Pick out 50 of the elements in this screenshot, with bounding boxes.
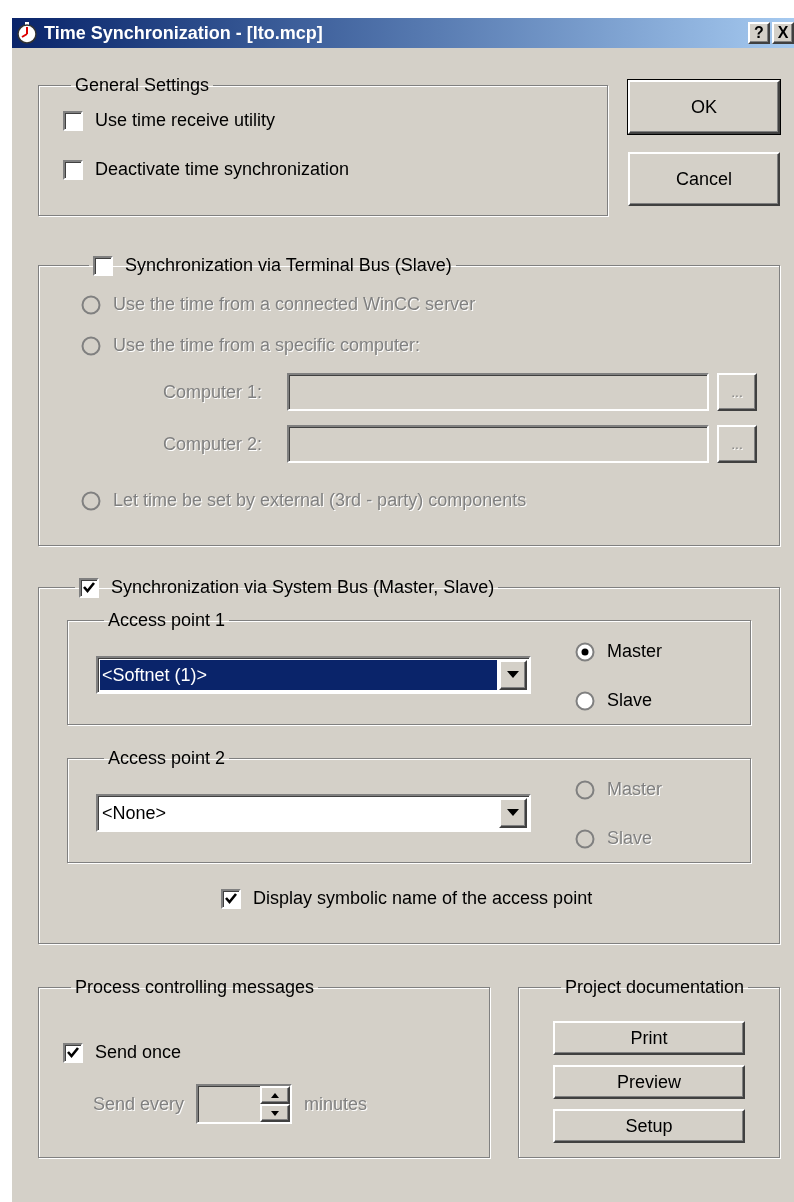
field-label: Send every bbox=[93, 1092, 185, 1116]
radio-label: Use the time from a specific computer: bbox=[113, 334, 421, 357]
field-label: Computer 1: bbox=[163, 380, 264, 404]
group-title: General Settings bbox=[75, 75, 210, 95]
radio-button[interactable] bbox=[575, 690, 595, 711]
dropdown-value: <None> bbox=[101, 801, 168, 825]
checkbox[interactable] bbox=[221, 888, 241, 909]
stopwatch-icon bbox=[16, 22, 38, 44]
group-title: Access point 2 bbox=[108, 748, 226, 768]
radio-label: Let time be set by external (3rd - party) components bbox=[113, 489, 527, 512]
dropdown-value: <Softnet (1)> bbox=[100, 660, 497, 690]
group-title: Process controlling messages bbox=[75, 977, 315, 997]
group-title: Project documentation bbox=[565, 977, 745, 997]
field-label: Computer 2: bbox=[163, 432, 264, 456]
radio-label: Slave bbox=[607, 827, 653, 850]
radio-label: Slave bbox=[607, 689, 653, 712]
check-icon bbox=[66, 1045, 80, 1060]
checkbox-label: Use time receive utility bbox=[95, 109, 276, 132]
checkbox[interactable] bbox=[93, 255, 113, 276]
doc-button[interactable]: Print bbox=[553, 1021, 745, 1055]
checkbox[interactable] bbox=[63, 1042, 83, 1063]
checkbox-label: Display symbolic name of the access point bbox=[253, 887, 593, 910]
window-title: Time Synchronization - [lto.mcp] bbox=[44, 21, 323, 45]
close-button[interactable]: X bbox=[772, 22, 794, 44]
spin-field[interactable] bbox=[196, 1084, 293, 1124]
unit-label: minutes bbox=[304, 1092, 368, 1116]
doc-button[interactable]: Preview bbox=[553, 1065, 745, 1099]
checkbox-label: Synchronization via Terminal Bus (Slave) bbox=[125, 254, 452, 277]
radio-label: Master bbox=[607, 640, 662, 663]
checkbox-label: Synchronization via System Bus (Master, Slave) bbox=[111, 576, 495, 599]
dropdown[interactable]: <Softnet (1)> bbox=[96, 656, 531, 694]
spin-arrows-icon[interactable] bbox=[260, 1086, 291, 1122]
radio-label: Master bbox=[607, 778, 662, 801]
checkbox[interactable] bbox=[63, 110, 83, 131]
checkbox[interactable] bbox=[63, 159, 83, 180]
radio-label: Use the time from a connected WinCC server bbox=[113, 293, 476, 316]
check-icon bbox=[82, 580, 96, 595]
group-title: Access point 1 bbox=[108, 610, 226, 630]
checkbox-label: Deactivate time synchronization bbox=[95, 158, 350, 181]
check-icon bbox=[224, 891, 238, 906]
computer-field[interactable] bbox=[287, 373, 709, 411]
cancel-button[interactable]: Cancel bbox=[628, 152, 780, 206]
checkbox-label: Send once bbox=[95, 1041, 182, 1064]
help-button[interactable]: ? bbox=[748, 22, 770, 44]
radio-button[interactable] bbox=[575, 641, 595, 662]
checkbox[interactable] bbox=[79, 577, 99, 598]
doc-button[interactable]: Setup bbox=[553, 1109, 745, 1143]
dropdown[interactable]: <None> bbox=[96, 794, 531, 832]
ok-button[interactable]: OK bbox=[628, 80, 780, 134]
computer-field[interactable] bbox=[287, 425, 709, 463]
